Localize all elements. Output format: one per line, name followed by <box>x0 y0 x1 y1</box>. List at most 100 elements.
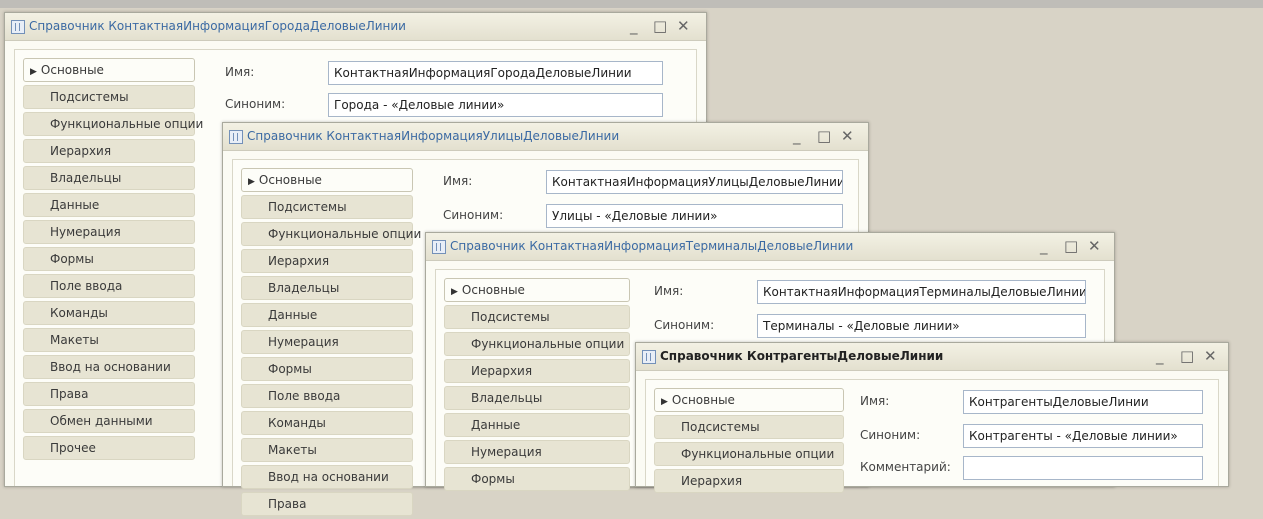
synonym-field[interactable]: Города - «Деловые линии» <box>328 93 663 117</box>
window-title: Справочник КонтактнаяИнформацияТерминалы… <box>450 239 854 253</box>
tab-12[interactable]: Права <box>241 492 413 516</box>
close-button[interactable]: ✕ <box>1204 347 1217 365</box>
tab-6[interactable]: Нумерация <box>241 330 413 354</box>
tab-3[interactable]: Иерархия <box>444 359 630 383</box>
name-label: Имя: <box>860 394 890 408</box>
tab-3[interactable]: Иерархия <box>654 469 844 493</box>
tab-0[interactable]: ▶ Основные <box>241 168 413 192</box>
tab-9[interactable]: Команды <box>23 301 195 325</box>
tab-8[interactable]: Поле ввода <box>23 274 195 298</box>
tab-label: Владельцы <box>471 391 543 405</box>
window-title: Справочник КонтактнаяИнформацияГородаДел… <box>29 19 406 33</box>
tab-1[interactable]: Подсистемы <box>444 305 630 329</box>
tab-label: Данные <box>268 308 318 322</box>
title-bar[interactable]: Справочник КонтактнаяИнформацияГородаДел… <box>5 13 706 41</box>
tab-label: Подсистемы <box>471 310 550 324</box>
tab-9[interactable]: Команды <box>241 411 413 435</box>
tab-4[interactable]: Владельцы <box>444 386 630 410</box>
tab-5[interactable]: Данные <box>444 413 630 437</box>
tab-1[interactable]: Подсистемы <box>23 85 195 109</box>
tab-5[interactable]: Данные <box>23 193 195 217</box>
name-field[interactable]: КонтактнаяИнформацияУлицыДеловыеЛинии <box>546 170 843 194</box>
tab-4[interactable]: Владельцы <box>23 166 195 190</box>
tab-label: Основные <box>40 63 104 77</box>
tab-label: Команды <box>50 306 108 320</box>
minimize-button[interactable]: _ <box>1040 237 1048 255</box>
tab-2[interactable]: Функциональные опции <box>654 442 844 466</box>
tab-6[interactable]: Нумерация <box>444 440 630 464</box>
tab-label: Основные <box>461 283 525 297</box>
tab-7[interactable]: Формы <box>241 357 413 381</box>
tab-2[interactable]: Функциональные опции <box>444 332 630 356</box>
tab-4[interactable]: Владельцы <box>241 276 413 300</box>
tab-13[interactable]: Обмен данными <box>23 409 195 433</box>
synonym-field[interactable]: Контрагенты - «Деловые линии» <box>963 424 1203 448</box>
title-bar[interactable]: Справочник КонтрагентыДеловыеЛинии _ □ ✕ <box>636 343 1228 371</box>
name-field[interactable]: КонтрагентыДеловыеЛинии <box>963 390 1203 414</box>
tab-12[interactable]: Права <box>23 382 195 406</box>
tab-3[interactable]: Иерархия <box>241 249 413 273</box>
tab-0[interactable]: ▶ Основные <box>444 278 630 302</box>
tab-label: Нумерация <box>268 335 339 349</box>
tab-list: ▶ Основные Подсистемы Функциональные опции И… <box>654 388 844 496</box>
tab-8[interactable]: Поле ввода <box>241 384 413 408</box>
triangle-right-icon: ▶ <box>661 397 668 407</box>
maximize-button[interactable]: □ <box>1180 347 1194 365</box>
tab-1[interactable]: Подсистемы <box>654 415 844 439</box>
synonym-field[interactable]: Терминалы - «Деловые линии» <box>757 314 1086 338</box>
tab-label: Иерархия <box>471 364 533 378</box>
tab-11[interactable]: Ввод на основании <box>241 465 413 489</box>
title-bar[interactable]: Справочник КонтактнаяИнформацияУлицыДело… <box>223 123 868 151</box>
tab-label: Владельцы <box>268 281 340 295</box>
tab-0[interactable]: ▶ Основные <box>23 58 195 82</box>
tab-11[interactable]: Ввод на основании <box>23 355 195 379</box>
table-icon <box>229 130 243 144</box>
window-title: Справочник КонтрагентыДеловыеЛинии <box>660 349 944 363</box>
close-button[interactable]: ✕ <box>1088 237 1101 255</box>
table-icon <box>642 350 656 364</box>
tab-5[interactable]: Данные <box>241 303 413 327</box>
tab-7[interactable]: Формы <box>444 467 630 491</box>
comment-field[interactable] <box>963 456 1203 480</box>
catalog-window-counterparties[interactable]: Справочник КонтрагентыДеловыеЛинии _ □ ✕… <box>635 342 1229 493</box>
tab-label: Иерархия <box>681 474 743 488</box>
name-label: Имя: <box>225 65 255 79</box>
properties-panel: ▶ Основные Подсистемы Функциональные опции И… <box>645 379 1219 493</box>
table-icon <box>432 240 446 254</box>
minimize-button[interactable]: _ <box>793 127 801 145</box>
maximize-button[interactable]: □ <box>653 17 667 35</box>
title-bar[interactable]: Справочник КонтактнаяИнформацияТерминалы… <box>426 233 1114 261</box>
close-button[interactable]: ✕ <box>841 127 854 145</box>
tab-label: Права <box>268 497 307 511</box>
name-field[interactable]: КонтактнаяИнформацияГородаДеловыеЛинии <box>328 61 663 85</box>
tab-label: Макеты <box>50 333 99 347</box>
window-title: Справочник КонтактнаяИнформацияУлицыДело… <box>247 129 620 143</box>
synonym-field[interactable]: Улицы - «Деловые линии» <box>546 204 843 228</box>
close-button[interactable]: ✕ <box>677 17 690 35</box>
tab-1[interactable]: Подсистемы <box>241 195 413 219</box>
triangle-right-icon: ▶ <box>451 287 458 297</box>
tab-7[interactable]: Формы <box>23 247 195 271</box>
tab-10[interactable]: Макеты <box>241 438 413 462</box>
tab-label: Нумерация <box>50 225 121 239</box>
tab-14[interactable]: Прочее <box>23 436 195 460</box>
synonym-label: Синоним: <box>443 208 504 222</box>
tab-2[interactable]: Функциональные опции <box>23 112 203 136</box>
maximize-button[interactable]: □ <box>817 127 831 145</box>
tab-label: Подсистемы <box>50 90 129 104</box>
tab-0[interactable]: ▶ Основные <box>654 388 844 412</box>
comment-label: Комментарий: <box>860 460 951 474</box>
tab-label: Права <box>50 387 89 401</box>
tab-10[interactable]: Макеты <box>23 328 195 352</box>
tab-6[interactable]: Нумерация <box>23 220 195 244</box>
top-edge <box>0 0 1263 8</box>
tab-label: Прочее <box>50 441 96 455</box>
minimize-button[interactable]: _ <box>1156 347 1164 365</box>
maximize-button[interactable]: □ <box>1064 237 1078 255</box>
tab-3[interactable]: Иерархия <box>23 139 195 163</box>
synonym-label: Синоним: <box>860 428 921 442</box>
tab-2[interactable]: Функциональные опции <box>241 222 421 246</box>
name-field[interactable]: КонтактнаяИнформацияТерминалыДеловыеЛини… <box>757 280 1086 304</box>
tab-label: Макеты <box>268 443 317 457</box>
minimize-button[interactable]: _ <box>630 17 638 35</box>
